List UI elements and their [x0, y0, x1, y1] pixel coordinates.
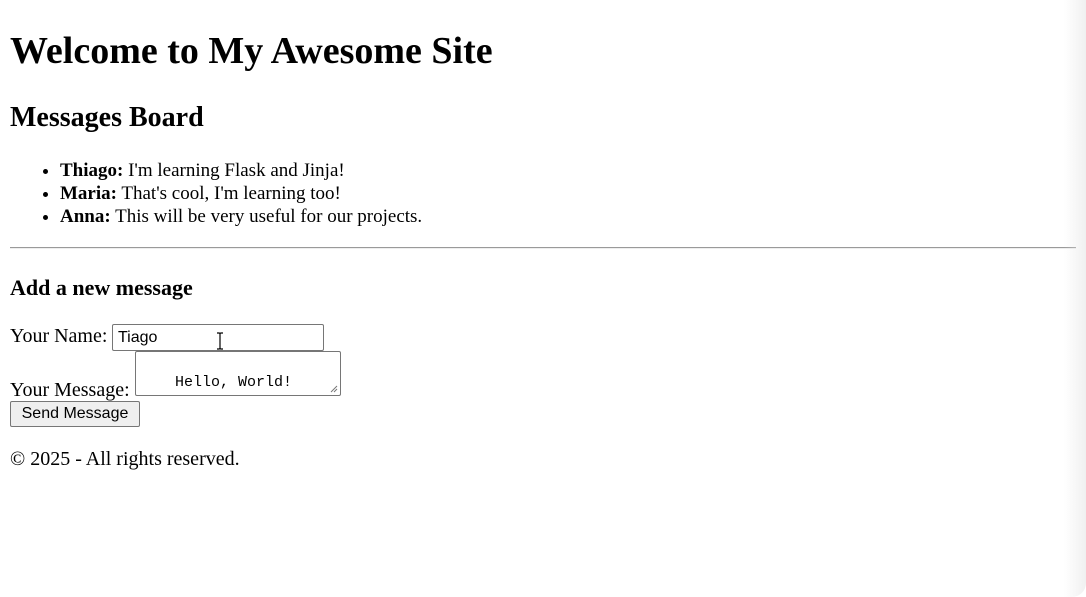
list-item: Maria: That's cool, I'm learning too!	[60, 182, 422, 205]
message-textarea-value: Hello, World!	[175, 374, 293, 391]
message-textarea[interactable]: Hello, World!	[135, 351, 341, 396]
name-input[interactable]	[112, 324, 324, 351]
list-item: Thiago: I'm learning Flask and Jinja!	[60, 159, 422, 182]
name-label: Your Name:	[10, 325, 108, 347]
message-text: That's cool, I'm learning too!	[116, 183, 341, 204]
form-title: Add a new message	[10, 275, 193, 300]
page: Welcome to My Awesome Site Messages Boar…	[0, 0, 1086, 597]
messages-board-title: Messages Board	[10, 102, 204, 133]
messages-list: Thiago: I'm learning Flask and Jinja! Ma…	[10, 159, 422, 228]
message-text: This will be very useful for our project…	[110, 206, 423, 227]
message-author: Thiago:	[60, 160, 124, 181]
footer-text: © 2025 - All rights reserved.	[10, 448, 240, 470]
resize-handle-icon[interactable]	[330, 385, 338, 393]
message-text: I'm learning Flask and Jinja!	[123, 160, 345, 181]
message-author: Anna:	[60, 206, 111, 227]
list-item: Anna: This will be very useful for our p…	[60, 205, 422, 228]
page-title: Welcome to My Awesome Site	[10, 30, 493, 72]
divider	[10, 247, 1076, 249]
send-message-button[interactable]: Send Message	[10, 401, 140, 427]
message-author: Maria:	[60, 183, 117, 204]
message-label: Your Message:	[10, 379, 130, 401]
